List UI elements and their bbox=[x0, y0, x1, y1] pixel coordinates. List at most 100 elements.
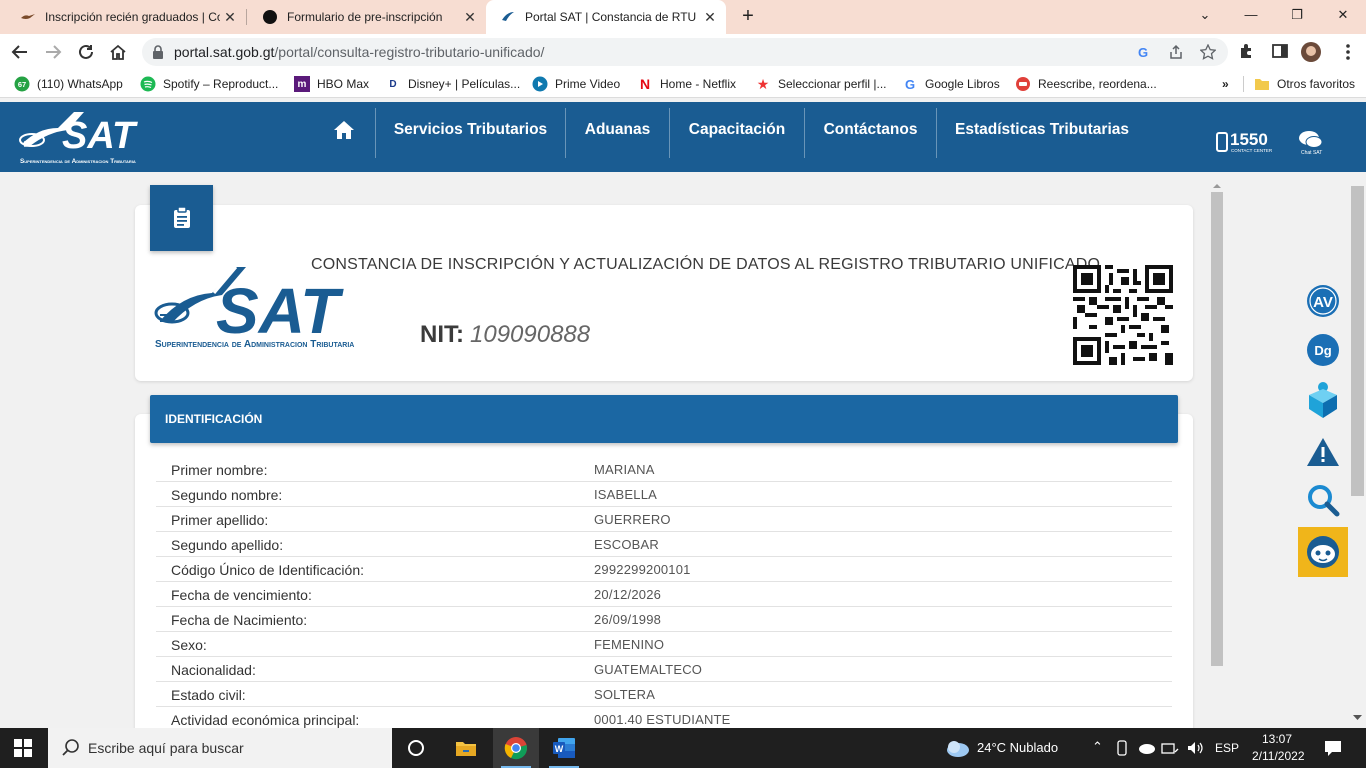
search-icon bbox=[1308, 485, 1340, 517]
document-header-card: CONSTANCIA DE INSCRIPCIÓN Y ACTUALIZACIÓ… bbox=[135, 205, 1193, 381]
scroll-down-arrow-icon[interactable] bbox=[1349, 712, 1366, 724]
qr-code-icon bbox=[1073, 265, 1173, 365]
field-label: Estado civil: bbox=[171, 687, 246, 703]
windows-start-button[interactable] bbox=[0, 728, 46, 768]
bookmark-netflix[interactable]: N Home - Netflix bbox=[637, 76, 736, 92]
notification-center-icon[interactable] bbox=[1324, 739, 1342, 762]
side-panel-icon[interactable] bbox=[1271, 42, 1291, 62]
field-label: Sexo: bbox=[171, 637, 207, 653]
bookmark-prime[interactable]: Prime Video bbox=[532, 76, 620, 92]
contact-center-1550[interactable]: 1550 CONTACT CENTER bbox=[1216, 130, 1280, 156]
close-tab-icon[interactable]: ✕ bbox=[460, 9, 480, 26]
search-float-button[interactable] bbox=[1303, 480, 1343, 520]
weather-cloud-icon[interactable] bbox=[944, 738, 970, 763]
field-row: Fecha de vencimiento: 20/12/2026 bbox=[156, 582, 1172, 607]
cube-person-icon bbox=[1309, 382, 1337, 418]
close-tab-icon[interactable]: ✕ bbox=[700, 9, 720, 26]
nav-servicios-tributarios[interactable]: Servicios Tributarios bbox=[376, 102, 565, 158]
sat-header-logo[interactable]: SAT Superintendencia de Administracion T… bbox=[18, 110, 198, 168]
clock-time[interactable]: 13:07 bbox=[1262, 732, 1292, 746]
bookmark-disney[interactable]: D Disney+ | Películas... bbox=[385, 76, 520, 92]
taskbar-file-explorer[interactable] bbox=[443, 728, 489, 768]
field-row: Estado civil: SOLTERA bbox=[156, 682, 1172, 707]
sat-logo-text: SAT bbox=[62, 115, 138, 156]
profile-avatar[interactable] bbox=[1301, 42, 1321, 62]
chatbot-float-button[interactable] bbox=[1298, 527, 1348, 577]
nav-aduanas[interactable]: Aduanas bbox=[566, 102, 669, 158]
tab-portal-sat[interactable]: Portal SAT | Constancia de RTU D ✕ bbox=[486, 0, 726, 34]
svg-text:G: G bbox=[1138, 45, 1148, 60]
restore-button[interactable]: ❐ bbox=[1274, 0, 1320, 30]
nav-capacitacion[interactable]: Capacitación bbox=[670, 102, 804, 158]
av-icon: AV bbox=[1307, 285, 1339, 317]
volume-icon[interactable] bbox=[1186, 740, 1204, 761]
bookmark-hbo[interactable]: m HBO Max bbox=[294, 76, 369, 92]
bookmarks-overflow-chevron-icon[interactable]: » bbox=[1222, 76, 1229, 92]
address-bar[interactable]: portal.sat.gob.gt/portal/consulta-regist… bbox=[142, 38, 1228, 66]
field-row: Sexo: FEMENINO bbox=[156, 632, 1172, 657]
bookmark-otros-favoritos[interactable]: Otros favoritos bbox=[1254, 76, 1355, 92]
network-icon[interactable] bbox=[1161, 740, 1179, 761]
home-button[interactable] bbox=[106, 40, 130, 64]
field-row: Fecha de Nacimiento: 26/09/1998 bbox=[156, 607, 1172, 632]
field-row: Primer nombre: MARIANA bbox=[156, 457, 1172, 482]
reload-button[interactable] bbox=[74, 40, 98, 64]
document-scrollbar[interactable] bbox=[1210, 178, 1224, 728]
back-button[interactable] bbox=[8, 40, 32, 64]
forward-button[interactable] bbox=[41, 40, 65, 64]
spotify-icon bbox=[140, 76, 156, 92]
bookmark-spotify[interactable]: Spotify – Reproduct... bbox=[140, 76, 278, 92]
tray-chevron-up-icon[interactable]: ⌃ bbox=[1092, 739, 1103, 755]
close-window-button[interactable]: ✕ bbox=[1320, 0, 1366, 30]
document-clipboard-badge bbox=[150, 185, 213, 251]
tab-divider bbox=[246, 9, 247, 25]
windows-taskbar: Escribe aquí para buscar W 24°C Nublado … bbox=[0, 728, 1366, 768]
taskbar-word[interactable]: W bbox=[541, 728, 587, 768]
document-scrollbar-thumb[interactable] bbox=[1211, 192, 1223, 666]
field-label: Segundo apellido: bbox=[171, 537, 284, 553]
bookmark-reescribe[interactable]: Reescribe, reordena... bbox=[1015, 76, 1157, 92]
url-text[interactable]: portal.sat.gob.gt/portal/consulta-regist… bbox=[174, 44, 544, 60]
cube-float-button[interactable] bbox=[1303, 380, 1343, 420]
tab-formulario[interactable]: Formulario de pre-inscripción ✕ bbox=[248, 0, 486, 34]
lock-icon[interactable] bbox=[152, 45, 164, 64]
taskbar-search-box[interactable]: Escribe aquí para buscar bbox=[48, 728, 392, 768]
bookmark-whatsapp[interactable]: 67 (110) WhatsApp bbox=[14, 76, 123, 92]
nav-estadisticas-tributarias[interactable]: Estadísticas Tributarias bbox=[937, 102, 1147, 158]
taskbar-chrome[interactable] bbox=[493, 728, 539, 768]
bookmark-google-libros[interactable]: G Google Libros bbox=[902, 76, 1000, 92]
minimize-button[interactable]: — bbox=[1228, 0, 1274, 30]
bookmark-star-icon[interactable] bbox=[1199, 43, 1217, 60]
whatsapp-badge: 67 bbox=[18, 80, 26, 89]
close-tab-icon[interactable]: ✕ bbox=[220, 9, 240, 26]
task-view-button[interactable] bbox=[393, 728, 439, 768]
google-translate-icon[interactable]: G bbox=[1136, 44, 1152, 60]
declaraguate-float-button[interactable]: Dg bbox=[1303, 330, 1343, 370]
onedrive-cloud-icon[interactable] bbox=[1137, 741, 1155, 759]
scroll-up-arrow-icon[interactable] bbox=[1210, 180, 1224, 192]
document-title: CONSTANCIA DE INSCRIPCIÓN Y ACTUALIZACIÓ… bbox=[311, 256, 1101, 273]
tab-inscripcion[interactable]: Inscripción recién graduados | Co ✕ bbox=[6, 0, 246, 34]
new-tab-button[interactable]: + bbox=[736, 4, 760, 30]
page-scrollbar[interactable] bbox=[1349, 172, 1366, 728]
bookmark-perfil[interactable]: ★ Seleccionar perfil |... bbox=[755, 76, 887, 92]
bookmark-label: Home - Netflix bbox=[660, 77, 737, 91]
language-indicator[interactable]: ESP bbox=[1215, 741, 1239, 755]
nav-contactanos[interactable]: Contáctanos bbox=[805, 102, 936, 158]
share-icon[interactable] bbox=[1168, 44, 1184, 60]
field-value: GUATEMALTECO bbox=[594, 662, 703, 677]
search-icon bbox=[62, 739, 79, 756]
browser-menu-icon[interactable] bbox=[1338, 42, 1358, 62]
chat-sat[interactable]: Chat SAT bbox=[1298, 130, 1326, 158]
nav-home[interactable] bbox=[322, 102, 366, 158]
google-icon: G bbox=[904, 76, 916, 92]
bookmark-label: Spotify – Reproduct... bbox=[163, 77, 279, 91]
clock-date[interactable]: 2/11/2022 bbox=[1252, 749, 1305, 763]
tab-search-chevron-icon[interactable]: ⌄ bbox=[1182, 0, 1228, 30]
weather-text[interactable]: 24°C Nublado bbox=[977, 740, 1058, 755]
tray-device-icon[interactable] bbox=[1115, 740, 1129, 761]
av-float-button[interactable]: AV bbox=[1303, 281, 1343, 321]
extensions-puzzle-icon[interactable] bbox=[1238, 42, 1258, 62]
alert-float-button[interactable] bbox=[1303, 432, 1343, 472]
page-scrollbar-thumb[interactable] bbox=[1351, 186, 1364, 496]
